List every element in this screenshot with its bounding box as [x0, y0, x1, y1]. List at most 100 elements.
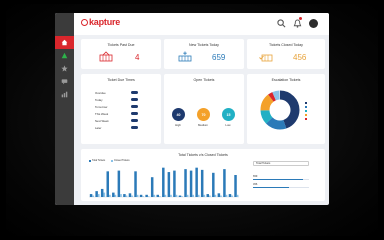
- bar-closed[interactable]: [142, 196, 144, 197]
- bar-closed[interactable]: [125, 195, 128, 197]
- sidebar-item-reports[interactable]: [55, 88, 74, 101]
- escalation-donut[interactable]: [259, 89, 301, 131]
- bubble-high[interactable]: 40: [172, 108, 185, 121]
- bar-total[interactable]: [156, 194, 160, 197]
- bar-total[interactable]: [150, 177, 154, 197]
- bar-closed[interactable]: [136, 194, 139, 197]
- bar-total[interactable]: [184, 169, 187, 197]
- bar-total[interactable]: [139, 194, 143, 197]
- bar-total[interactable]: [145, 194, 148, 197]
- card-closed-today[interactable]: Tickets Closed Today 456: [247, 39, 325, 69]
- bar-total[interactable]: [167, 172, 171, 197]
- bar-total[interactable]: [195, 167, 198, 197]
- card-title: Escalation Tickets: [271, 78, 301, 82]
- legend-total: Total Tickets: [89, 159, 105, 162]
- bubble-medium[interactable]: 70: [197, 108, 210, 121]
- row-label: Today: [95, 97, 103, 102]
- bar-closed[interactable]: [147, 196, 150, 197]
- count-badge: [131, 98, 138, 101]
- count-badge: [131, 119, 138, 122]
- bar-closed[interactable]: [109, 194, 111, 197]
- chart-title: Total Tickets v/s Closed Tickets: [178, 153, 228, 157]
- progress-bar: [253, 187, 309, 188]
- logo-mark: [81, 19, 88, 26]
- ticket-closed-icon: [259, 54, 273, 62]
- bar-total[interactable]: [206, 194, 210, 197]
- card-new-today[interactable]: New Tickets Today 659: [164, 39, 244, 69]
- bar-total[interactable]: [234, 175, 237, 197]
- bar-total[interactable]: [134, 171, 137, 197]
- bar-total[interactable]: [217, 193, 221, 197]
- search-icon[interactable]: [277, 19, 286, 28]
- bar-total[interactable]: [95, 191, 98, 197]
- list-item[interactable]: Next Week: [95, 118, 155, 123]
- notification-dot: [299, 17, 302, 20]
- list-item[interactable]: Today: [95, 97, 155, 102]
- bar-closed[interactable]: [120, 194, 122, 197]
- bar-closed[interactable]: [209, 195, 211, 197]
- bell-icon[interactable]: [293, 19, 302, 28]
- bar-closed[interactable]: [181, 196, 183, 197]
- sidebar-item-home[interactable]: [55, 36, 74, 49]
- sidebar-item-favorites[interactable]: [55, 62, 74, 75]
- user-avatar[interactable]: [309, 19, 318, 28]
- bar-total[interactable]: [123, 194, 126, 197]
- bar-closed[interactable]: [159, 196, 161, 197]
- bar-closed[interactable]: [192, 194, 194, 197]
- bar-total[interactable]: [200, 169, 204, 197]
- bar-closed[interactable]: [186, 194, 189, 197]
- bar-total[interactable]: [189, 170, 193, 197]
- bar-closed[interactable]: [97, 194, 100, 197]
- dashboard-screen: kapture Tickets Past Due 4 New Tickets T…: [55, 13, 329, 205]
- bar-total[interactable]: [100, 188, 104, 197]
- bar-total[interactable]: [128, 193, 132, 197]
- bar-total[interactable]: [178, 195, 182, 197]
- legend-item: [305, 106, 308, 108]
- legend-swatch: [111, 159, 113, 162]
- list-item[interactable]: Tomorrow: [95, 104, 155, 109]
- list-item[interactable]: This Week: [95, 111, 155, 116]
- bar-closed[interactable]: [103, 192, 106, 197]
- bar-total[interactable]: [173, 170, 176, 197]
- list-item[interactable]: Later: [95, 125, 155, 130]
- chat-icon: [61, 79, 68, 85]
- series-dropdown[interactable]: Total Tickets: [253, 161, 309, 166]
- legend-item: [305, 114, 308, 116]
- legend-item: [305, 102, 308, 104]
- bar-total[interactable]: [228, 194, 232, 197]
- bar-closed[interactable]: [164, 194, 167, 197]
- card-escalation: Escalation Tickets: [247, 74, 325, 144]
- card-past-due[interactable]: Tickets Past Due 4: [81, 39, 161, 69]
- bar-closed[interactable]: [236, 194, 239, 197]
- card-title: New Tickets Today: [189, 43, 219, 47]
- bar-total[interactable]: [212, 172, 215, 197]
- bar-total[interactable]: [112, 192, 115, 197]
- bar-total[interactable]: [89, 194, 93, 197]
- bar-total[interactable]: [223, 169, 226, 197]
- bar-closed[interactable]: [203, 194, 206, 197]
- bar-closed[interactable]: [197, 194, 200, 197]
- bar-closed[interactable]: [220, 195, 222, 197]
- bar-closed[interactable]: [231, 195, 233, 197]
- bar-total[interactable]: [117, 170, 121, 197]
- logo: kapture: [81, 18, 120, 27]
- bar-closed[interactable]: [225, 194, 228, 197]
- card-open-tickets: Open Tickets 40 High 70 Medium 15 Low: [164, 74, 244, 144]
- ticket-new-icon: [178, 51, 192, 62]
- bar-total[interactable]: [106, 171, 110, 197]
- bar-closed[interactable]: [214, 194, 217, 197]
- count-badge: [131, 126, 138, 129]
- sidebar-item-messages[interactable]: [55, 75, 74, 88]
- list-item[interactable]: Overdue: [95, 90, 155, 95]
- bar-closed[interactable]: [131, 195, 133, 197]
- bar-closed[interactable]: [170, 194, 172, 197]
- bar-closed[interactable]: [175, 194, 178, 197]
- bubble-low[interactable]: 15: [222, 108, 235, 121]
- row-label: Overdue: [95, 90, 106, 95]
- bar-closed[interactable]: [153, 194, 156, 197]
- bar-closed[interactable]: [92, 195, 94, 197]
- count-badge: [131, 112, 138, 115]
- bar-total[interactable]: [162, 167, 165, 197]
- bar-closed[interactable]: [114, 194, 117, 197]
- sidebar-item-tickets[interactable]: [55, 49, 74, 62]
